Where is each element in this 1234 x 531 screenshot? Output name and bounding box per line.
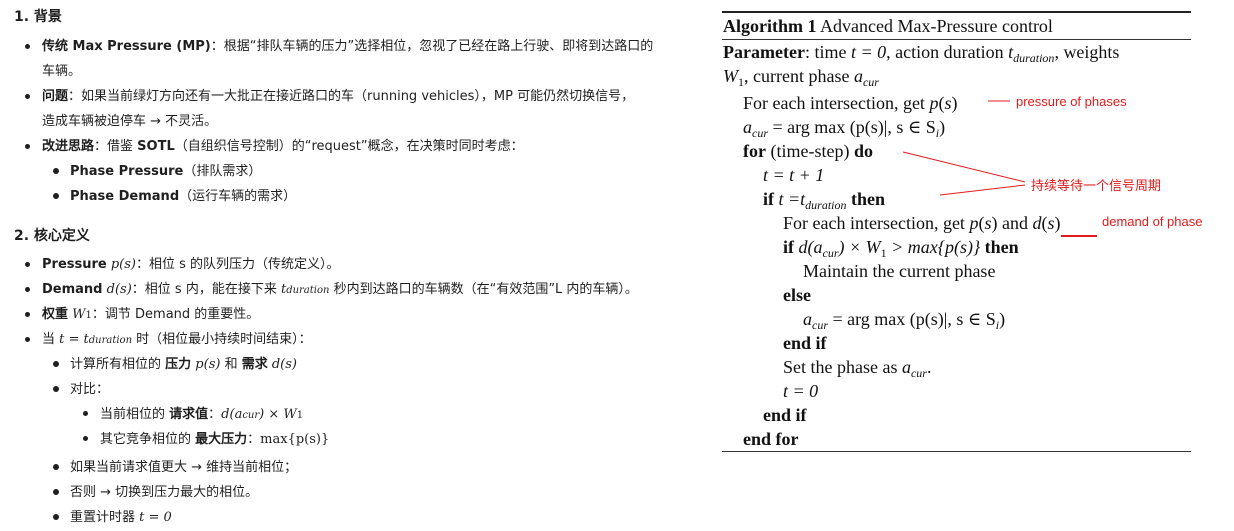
algo-line-6: For each intersection, get p(s) and d(s) (783, 213, 1061, 233)
list-item-continuation: 车辆。 (42, 64, 82, 79)
list-item-pressure: Pressure p(s)：相位 s 的队列压力（传统定义）。 (42, 257, 340, 272)
bottom-rule (722, 451, 1191, 452)
list-item-problem: 问题：如果当前绿灯方向还有一大批正在接近路口的车（running vehicle… (42, 89, 635, 104)
title-rule (722, 39, 1191, 40)
bullet (53, 168, 59, 174)
annotation-pressure: pressure of phases (1016, 94, 1127, 109)
list-item-phase-demand: Phase Demand（运行车辆的需求） (70, 189, 297, 204)
list-item-switch: 否则 → 切换到压力最大的相位。 (70, 485, 259, 500)
algo-line-9: else (783, 285, 811, 305)
bullet (53, 386, 59, 392)
annotation-wait: 持续等待一个信号周期 (1031, 178, 1162, 193)
list-item-keep: 如果当前请求值更大 → 维持当前相位； (70, 460, 298, 475)
bullet (53, 514, 59, 520)
list-item-traditional-mp: 传统 Max Pressure (MP)：根据“排队车辆的压力”选择相位，忽视了… (42, 39, 654, 54)
section-title-background: 1. 背景 (14, 9, 62, 25)
bullet (25, 44, 30, 49)
top-rule (722, 11, 1191, 13)
bullet (25, 262, 30, 267)
list-item-weight: 权重 W1：调节 Demand 的重要性。 (42, 307, 260, 322)
list-item-continuation: 造成车辆被迫停车 → 不灵活。 (42, 114, 218, 129)
algo-line-10: acur = arg max (p(s)|, s ∈ Si) (803, 309, 1006, 332)
bullet (25, 287, 30, 292)
algo-line-1: For each intersection, get p(s) (743, 93, 958, 113)
algo-line-15: end for (743, 429, 799, 449)
bullet (53, 489, 59, 495)
section-title-core-definitions: 2. 核心定义 (14, 228, 90, 244)
algo-line-13: t = 0 (783, 381, 819, 401)
algo-line-8: Maintain the current phase (803, 261, 996, 281)
bullet (83, 411, 89, 417)
algo-line-14: end if (763, 405, 807, 425)
notes-panel: 1. 背景 传统 Max Pressure (MP)：根据“排队车辆的压力”选择… (0, 0, 715, 531)
algo-line-11: end if (783, 333, 827, 353)
list-item-request-value: 当前相位的 请求值：d(acur) × W1 (100, 407, 304, 422)
algo-line-4: t = t + 1 (763, 165, 825, 185)
bullet (53, 361, 59, 367)
list-item-when-duration: 当 t = tduration 时（相位最小持续时间结束）： (42, 332, 312, 347)
list-item-phase-pressure: Phase Pressure（排队需求） (70, 164, 262, 179)
list-item-improvement: 改进思路：借鉴 SOTL（自组织信号控制）的“request”概念，在决策时同时… (42, 139, 524, 154)
list-item-max-pressure: 其它竞争相位的 最大压力：max{p(s)} (100, 432, 330, 447)
annotation-demand: demand of phase (1102, 214, 1203, 229)
list-item-reset: 重置计时器 t = 0 (70, 510, 172, 525)
bullet (25, 312, 30, 317)
bullet (25, 337, 30, 342)
algorithm-box: Algorithm 1 Advanced Max-Pressure contro… (722, 10, 1192, 455)
bullet (25, 94, 30, 99)
bullet (53, 464, 59, 470)
algo-line-3: for (time-step) do (743, 141, 873, 161)
parameter-line-2: W1, current phase acur (723, 66, 879, 89)
list-item-compare: 对比： (70, 382, 110, 397)
algorithm-title: Algorithm 1 Advanced Max-Pressure contro… (723, 16, 1053, 36)
bullet (83, 436, 89, 442)
list-item-demand: Demand d(s)：相位 s 内，能在接下来 tduration 秒内到达路… (42, 282, 638, 297)
bullet (25, 144, 30, 149)
list-item-compute: 计算所有相位的 压力 p(s) 和 需求 d(s) (70, 357, 297, 372)
bullet (53, 193, 59, 199)
